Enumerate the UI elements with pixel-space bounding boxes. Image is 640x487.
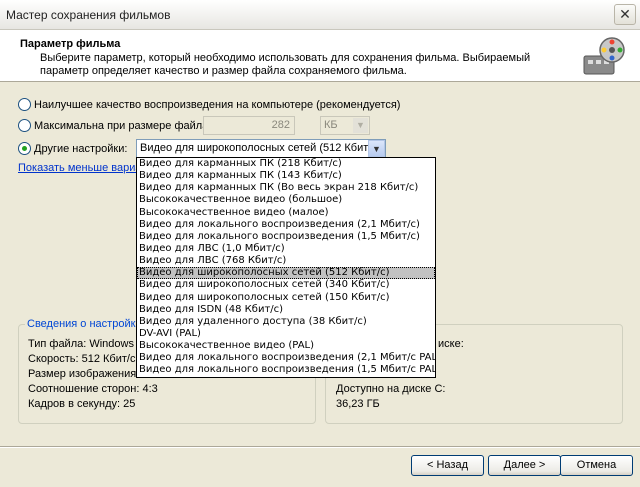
dropdown-option[interactable]: Видео для широкополосных сетей (512 Кбит… [137, 267, 435, 280]
chevron-down-icon: ▼ [353, 118, 368, 133]
chevron-down-icon[interactable]: ▼ [368, 140, 385, 157]
back-button[interactable]: < Назад [411, 455, 484, 476]
page-title: Параметр фильма [20, 38, 121, 50]
option-max-size[interactable]: Максимальна при размере файла: [18, 119, 211, 132]
option-best-quality-label: Наилучшее качество воспроизведения на ко… [34, 98, 401, 111]
cancel-button[interactable]: Отмена [560, 455, 633, 476]
info-aspect-ratio: Соотношение сторон: 4:3 [28, 383, 158, 395]
dropdown-option[interactable]: Видео для локального воспроизведения (1,… [137, 231, 435, 243]
dropdown-option[interactable]: Высококачественное видео (малое) [137, 207, 435, 219]
disk-available-value: 36,23 ГБ [336, 398, 380, 410]
other-settings-combo[interactable]: Видео для широкополосных сетей (512 Кбит… [136, 139, 386, 158]
option-other-settings-label: Другие настройки: [34, 142, 128, 155]
dropdown-option[interactable]: DV-AVI (PAL) [137, 328, 435, 340]
wizard-header: Параметр фильма Выберите параметр, котор… [0, 30, 640, 82]
dropdown-option[interactable]: Высококачественное видео (большое) [137, 194, 435, 206]
dropdown-option[interactable]: Видео для широкополосных сетей (340 Кбит… [137, 279, 435, 291]
dropdown-option[interactable]: Видео для карманных ПК (143 Кбит/с) [137, 170, 435, 182]
other-settings-selected: Видео для широкополосных сетей (512 Кбит… [140, 142, 381, 154]
info-file-type: Тип файла: Windows Me [28, 338, 153, 350]
option-best-quality[interactable]: Наилучшее качество воспроизведения на ко… [18, 98, 400, 111]
radio-best-quality[interactable] [18, 98, 31, 111]
info-fps: Кадров в секунду: 25 [28, 398, 136, 410]
dropdown-option[interactable]: Видео для локального воспроизведения (1,… [137, 364, 435, 376]
title-bar: Мастер сохранения фильмов ✕ [0, 0, 640, 30]
disk-available-label: Доступно на диске C: [336, 383, 446, 395]
dropdown-option[interactable]: Видео для карманных ПК (Во весь экран 21… [137, 182, 435, 194]
dropdown-option[interactable]: Видео для ЛВС (1,0 Мбит/с) [137, 243, 435, 255]
show-fewer-options-link[interactable]: Показать меньше вариантов [18, 162, 138, 174]
dropdown-option[interactable]: Высококачественное видео (PAL) [137, 340, 435, 352]
dropdown-option[interactable]: Видео для ISDN (48 Кбит/с) [137, 304, 435, 316]
footer-separator [0, 446, 640, 448]
dropdown-option[interactable]: Видео для карманных ПК (218 Кбит/с) [137, 158, 435, 170]
option-max-size-label: Максимальна при размере файла: [34, 119, 212, 132]
option-other-settings[interactable]: Другие настройки: [18, 142, 127, 155]
dropdown-option[interactable]: Видео для ЛВС (768 Кбит/с) [137, 255, 435, 267]
page-description: Выберите параметр, который необходимо ис… [40, 52, 531, 77]
disk-partial-label: иске: [438, 338, 464, 350]
close-icon: ✕ [619, 6, 631, 22]
window-title: Мастер сохранения фильмов [6, 8, 171, 22]
settings-dropdown-list[interactable]: Видео для карманных ПК (218 Кбит/с) Видео… [136, 157, 436, 378]
dropdown-option[interactable]: Видео для широкополосных сетей (150 Кбит… [137, 292, 435, 304]
next-button[interactable]: Далее > [488, 455, 561, 476]
dropdown-option[interactable]: Видео для локального воспроизведения (2,… [137, 219, 435, 231]
film-reel-icon [583, 37, 625, 75]
max-size-unit-value: КБ [324, 119, 338, 131]
dropdown-option[interactable]: Видео для удаленного доступа (38 Кбит/с) [137, 316, 435, 328]
max-size-unit-select: КБ ▼ [320, 116, 370, 135]
settings-info-legend: Сведения о настройке [25, 318, 144, 330]
dropdown-option[interactable]: Видео для локального воспроизведения (2,… [137, 352, 435, 364]
radio-max-size[interactable] [18, 119, 31, 132]
max-size-input: 282 [203, 116, 295, 135]
close-button[interactable]: ✕ [614, 4, 636, 25]
info-image-size: Размер изображения: 3 [28, 368, 149, 380]
info-speed: Скорость: 512 Кбит/с [28, 353, 136, 365]
radio-other-settings[interactable] [18, 142, 31, 155]
